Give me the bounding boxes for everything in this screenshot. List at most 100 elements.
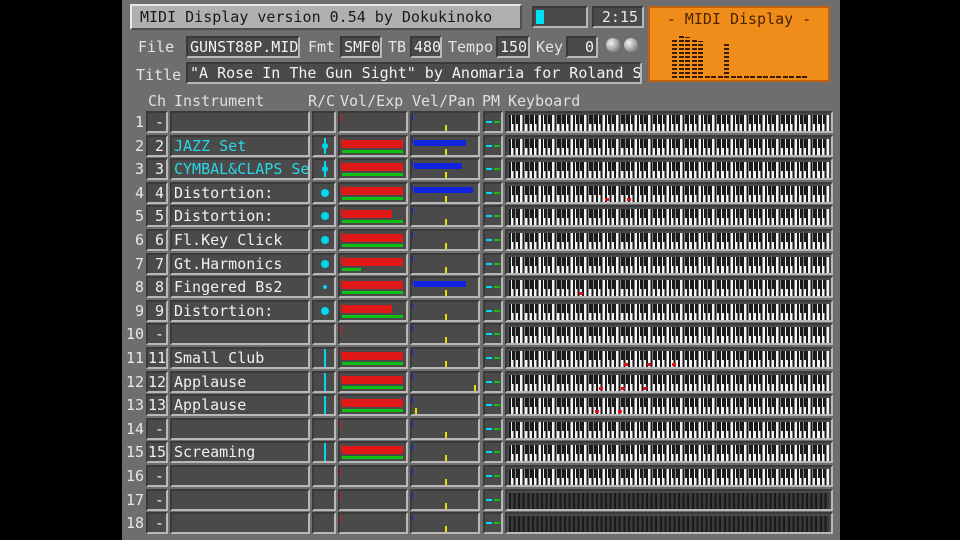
black-key [703, 398, 708, 408]
keyboard[interactable] [505, 488, 833, 511]
vol-origin-mark [340, 373, 341, 382]
keyboard[interactable] [505, 299, 833, 322]
black-key [767, 398, 772, 408]
black-key [530, 327, 534, 337]
midi-channel-field[interactable]: -- [146, 417, 168, 456]
instrument-field[interactable]: Gt.Harmonics [170, 252, 310, 275]
black-key [662, 374, 666, 384]
midi-channel-field[interactable]: 8 [146, 276, 168, 299]
instrument-field[interactable] [170, 488, 310, 511]
midi-channel-field[interactable]: 12 [146, 370, 168, 393]
fmt-field[interactable]: SMF0 [340, 36, 382, 58]
black-key [740, 327, 744, 337]
instrument-field[interactable] [170, 323, 310, 346]
midi-channel-field[interactable]: -- [146, 323, 168, 361]
midi-channel-field[interactable]: 11 [146, 347, 168, 369]
tb-field[interactable]: 480 [410, 36, 442, 58]
pm-indicator [483, 276, 503, 299]
expression-bar [342, 314, 403, 318]
midi-channel-field[interactable]: 5 [146, 205, 168, 228]
keyboard[interactable] [505, 465, 833, 487]
black-key [625, 162, 630, 172]
tempo-field[interactable]: 150 [496, 36, 530, 58]
black-key [589, 303, 593, 313]
instrument-field[interactable] [170, 512, 310, 535]
instrument-field[interactable]: Small Club [170, 347, 310, 369]
midi-channel-field[interactable]: -- [146, 111, 168, 149]
black-key [753, 115, 758, 124]
black-key [689, 421, 694, 431]
keyboard[interactable] [505, 323, 833, 346]
midi-channel-field[interactable]: -- [146, 512, 168, 540]
keyboard[interactable] [505, 512, 833, 535]
instrument-field[interactable] [170, 417, 310, 440]
black-key [548, 469, 552, 478]
instrument-field[interactable] [170, 111, 310, 133]
keyboard[interactable] [505, 134, 833, 157]
instrument-field[interactable]: Distortion: [170, 181, 310, 204]
black-key [644, 303, 648, 313]
rc-dot-icon [321, 259, 329, 268]
keyboard[interactable] [505, 181, 833, 204]
black-key [625, 185, 630, 195]
black-key [726, 162, 730, 172]
midi-channel-field[interactable]: -- [146, 465, 168, 503]
black-key [662, 209, 666, 219]
black-key [525, 469, 529, 478]
black-key [530, 445, 534, 455]
midi-channel-field[interactable]: 2 [146, 134, 168, 157]
keyboard[interactable] [505, 205, 833, 228]
midi-channel-field[interactable]: 3 [146, 158, 168, 181]
instrument-field[interactable]: JAZZ Set [170, 134, 310, 157]
black-key [721, 327, 726, 337]
instrument-field[interactable]: Distortion: [170, 299, 310, 322]
black-key [790, 374, 794, 384]
keyboard[interactable] [505, 347, 833, 369]
instrument-field[interactable]: CYMBAL&CLAPS Se [170, 158, 310, 181]
keyboard[interactable] [505, 111, 833, 133]
playback-progress[interactable] [532, 6, 588, 28]
black-key [726, 398, 730, 408]
midi-channel-field[interactable]: 15 [146, 441, 168, 464]
keyboard[interactable] [505, 229, 833, 251]
keyboard[interactable] [505, 417, 833, 440]
black-key [543, 138, 548, 148]
volume-bar [342, 446, 403, 455]
midi-channel-field[interactable]: 7 [146, 252, 168, 275]
instrument-field[interactable]: Applause [170, 370, 310, 393]
instrument-field[interactable]: Fl.Key Click [170, 229, 310, 251]
key-field[interactable]: 0 [566, 36, 598, 58]
vol-exp-meter [338, 441, 408, 464]
keyboard[interactable] [505, 441, 833, 464]
active-note [595, 410, 600, 414]
pan-marker [445, 337, 447, 344]
knob-left-icon[interactable] [606, 38, 620, 52]
instrument-field[interactable]: Applause [170, 394, 310, 417]
instrument-field[interactable] [170, 465, 310, 487]
keyboard[interactable] [505, 276, 833, 299]
black-key [534, 280, 538, 290]
file-field[interactable]: GUNST88P.MID [186, 36, 300, 58]
instrument-field[interactable]: Screaming [170, 441, 310, 464]
vel-pan-meter [410, 488, 480, 511]
midi-channel-field[interactable]: 13 [146, 394, 168, 417]
pm-line [486, 262, 492, 265]
midi-channel-field[interactable]: 9 [146, 299, 168, 322]
rc-indicator [312, 158, 336, 181]
midi-channel-field[interactable]: 6 [146, 229, 168, 251]
instrument-field[interactable]: Distortion: [170, 205, 310, 228]
black-key [740, 209, 744, 219]
black-key [511, 303, 516, 313]
rc-dot-icon [321, 236, 329, 244]
midi-channel-field[interactable]: -- [146, 488, 168, 527]
keyboard[interactable] [505, 370, 833, 393]
knob-right-icon[interactable] [624, 38, 638, 52]
keyboard[interactable] [505, 394, 833, 417]
volume-bar [342, 163, 403, 172]
instrument-field[interactable]: Fingered Bs2 [170, 276, 310, 299]
keyboard[interactable] [505, 252, 833, 275]
black-key [566, 209, 570, 219]
black-key [639, 445, 644, 455]
midi-channel-field[interactable]: 4 [146, 181, 168, 204]
keyboard[interactable] [505, 158, 833, 181]
